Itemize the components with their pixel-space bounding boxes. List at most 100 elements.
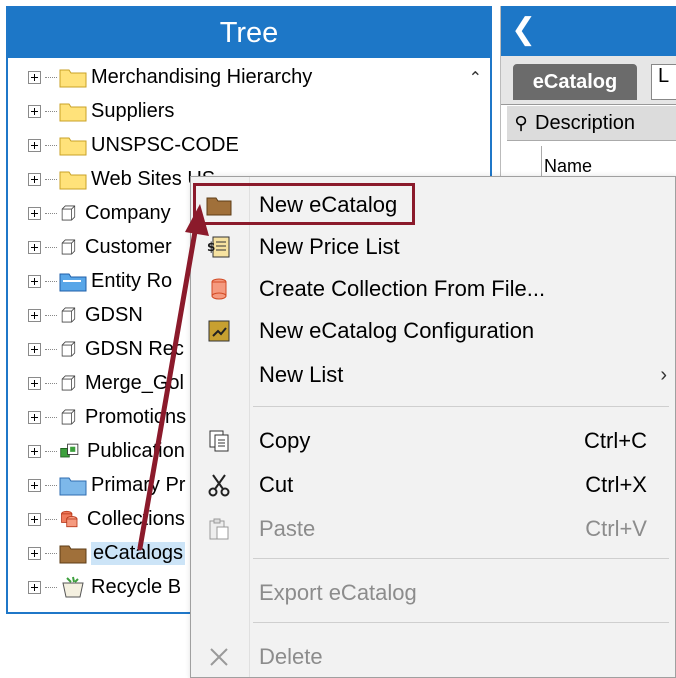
menu-separator xyxy=(253,558,669,559)
tree-item-gdsn-rec[interactable]: GDSN Rec xyxy=(28,334,184,364)
tree-item-label: UNSPSC-CODE xyxy=(91,133,239,156)
tree-item-merchandising-hierarchy[interactable]: Merchandising Hierarchy xyxy=(28,62,312,92)
expand-icon[interactable] xyxy=(28,240,41,254)
tree-item-label: Promotions xyxy=(85,405,187,428)
expand-icon[interactable] xyxy=(28,546,41,560)
tree-item-collections[interactable]: Collections xyxy=(28,504,185,534)
tree-item-label: Merge_Gol xyxy=(85,371,184,394)
tree-item-customer[interactable]: Customer xyxy=(28,232,172,262)
cube-icon xyxy=(61,307,76,323)
yellow-folder-icon xyxy=(59,103,87,122)
recycle-bin-icon xyxy=(62,576,84,598)
tree-item-web-sites-us[interactable]: Web Sites US xyxy=(28,164,215,194)
expand-icon[interactable] xyxy=(28,206,41,220)
menu-item-export-ecatalog[interactable]: Export eCatalog xyxy=(191,573,675,613)
expand-icon[interactable] xyxy=(28,274,41,288)
expand-icon[interactable] xyxy=(28,342,41,356)
menu-item-label: Copy xyxy=(259,428,311,453)
scroll-up-arrow-icon[interactable]: ⌃ xyxy=(469,68,482,88)
expand-icon[interactable] xyxy=(28,444,41,458)
menu-item-label: Cut xyxy=(259,472,294,497)
tree-item-publication[interactable]: Publication xyxy=(28,436,185,466)
tree-item-label: Recycle B xyxy=(91,575,182,598)
red-cylinders-icon xyxy=(61,510,78,528)
tab-other[interactable]: L xyxy=(651,64,676,100)
menu-item-create-collection-from-file[interactable]: Create Collection From File... xyxy=(191,269,675,309)
copy-icon xyxy=(209,430,229,452)
blue-folder-icon xyxy=(59,273,87,292)
tree-item-label: GDSN xyxy=(85,303,143,326)
pin-icon[interactable]: ⚲ xyxy=(507,113,535,134)
tree-title: Tree xyxy=(8,8,490,58)
menu-item-label: New eCatalog Configuration xyxy=(259,318,535,343)
tree-item-primary-pr[interactable]: Primary Pr xyxy=(28,470,185,500)
tree-item-label: GDSN Rec xyxy=(85,337,184,360)
tree-item-recycle-bin[interactable]: Recycle B xyxy=(28,572,181,602)
expand-icon[interactable] xyxy=(28,138,41,152)
delete-x-icon xyxy=(210,648,228,666)
tree-item-ecatalogs[interactable]: eCatalogs xyxy=(28,538,186,568)
blue-folder-icon xyxy=(59,477,87,496)
expand-icon[interactable] xyxy=(28,308,41,322)
menu-item-shortcut: Ctrl+C xyxy=(584,428,647,453)
cube-icon xyxy=(61,409,76,425)
tab-strip: eCatalog L xyxy=(501,56,676,105)
tree-item-suppliers[interactable]: Suppliers xyxy=(28,96,174,126)
cube-icon xyxy=(61,375,76,391)
row-label: Name xyxy=(544,155,593,176)
expand-icon[interactable] xyxy=(28,512,41,526)
menu-separator xyxy=(253,622,669,623)
tree-item-label: Collections xyxy=(87,507,185,530)
annotation-highlight-box xyxy=(193,183,415,225)
expand-icon[interactable] xyxy=(28,376,41,390)
price-list-icon: $ xyxy=(207,236,230,258)
menu-item-paste[interactable]: Paste Ctrl+V xyxy=(191,509,675,549)
tree-item-label: Suppliers xyxy=(91,99,175,122)
tree-item-label: Merchandising Hierarchy xyxy=(91,65,313,88)
tree-item-merge-gol[interactable]: Merge_Gol xyxy=(28,368,184,398)
yellow-folder-icon xyxy=(59,69,87,88)
menu-item-new-list[interactable]: New List › xyxy=(191,355,675,395)
tree-item-label: eCatalogs xyxy=(91,541,186,565)
tree-item-gdsn[interactable]: GDSN xyxy=(28,300,143,330)
menu-separator xyxy=(253,406,669,407)
tree-item-label: Publication xyxy=(87,439,185,462)
expand-icon[interactable] xyxy=(28,478,41,492)
yellow-folder-icon xyxy=(59,137,87,156)
brown-folder-icon xyxy=(59,545,87,564)
expand-icon[interactable] xyxy=(28,580,41,594)
menu-item-label: Create Collection From File... xyxy=(259,276,546,301)
cube-icon xyxy=(61,205,76,221)
tree-item-unspsc-code[interactable]: UNSPSC-CODE xyxy=(28,130,239,160)
svg-text:$: $ xyxy=(207,240,215,254)
expand-icon[interactable] xyxy=(28,172,41,186)
menu-item-delete[interactable]: Delete xyxy=(191,637,675,677)
tree-item-entity-ro[interactable]: Entity Ro xyxy=(28,266,172,296)
tab-ecatalog[interactable]: eCatalog xyxy=(513,64,637,100)
menu-item-new-price-list[interactable]: $ New Price List xyxy=(191,227,675,267)
description-column-header[interactable]: ⚲ Description xyxy=(507,106,676,141)
chevron-left-icon[interactable]: ❮ xyxy=(511,12,536,47)
menu-item-label: Export eCatalog xyxy=(259,580,417,605)
expand-icon[interactable] xyxy=(28,104,41,118)
detail-header: ❮ xyxy=(501,6,676,56)
menu-item-label: New Price List xyxy=(259,234,400,259)
menu-item-label: Delete xyxy=(259,644,323,669)
yellow-folder-icon xyxy=(59,171,87,190)
paste-icon xyxy=(209,518,229,540)
chevron-right-icon: › xyxy=(660,363,667,386)
menu-item-new-ecatalog-configuration[interactable]: New eCatalog Configuration xyxy=(191,311,675,351)
tree-item-label: Company xyxy=(85,201,171,224)
menu-item-cut[interactable]: Cut Ctrl+X xyxy=(191,465,675,505)
column-header-label: Description xyxy=(535,111,636,134)
tree-item-label: Entity Ro xyxy=(91,269,173,292)
menu-item-copy[interactable]: Copy Ctrl+C xyxy=(191,421,675,461)
cube-icon xyxy=(61,239,76,255)
expand-icon[interactable] xyxy=(28,70,41,84)
tree-item-company[interactable]: Company xyxy=(28,198,171,228)
tree-item-promotions[interactable]: Promotions xyxy=(28,402,186,432)
expand-icon[interactable] xyxy=(28,410,41,424)
scissors-icon xyxy=(208,474,230,497)
menu-item-shortcut: Ctrl+V xyxy=(585,516,647,541)
menu-item-label: Paste xyxy=(259,516,316,541)
